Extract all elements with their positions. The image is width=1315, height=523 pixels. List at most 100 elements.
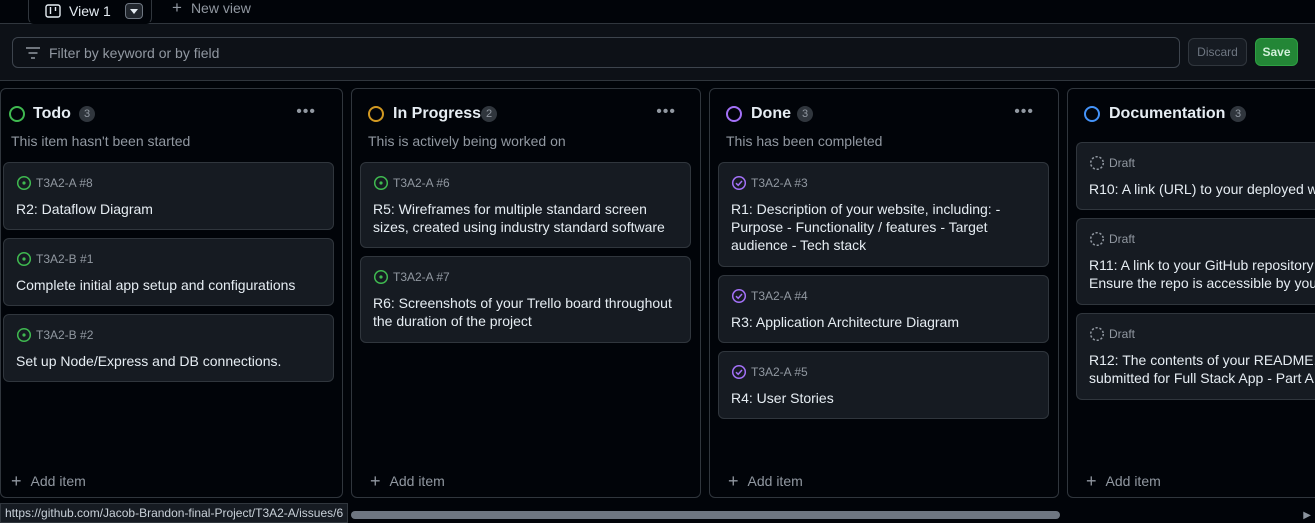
open-issue-icon xyxy=(373,175,389,191)
column-count: 3 xyxy=(1230,106,1247,122)
column-title: In Progress xyxy=(393,105,482,122)
plus-icon: + xyxy=(11,471,22,491)
discard-button[interactable]: Discard xyxy=(1188,38,1247,66)
open-issue-icon xyxy=(16,175,32,191)
add-item-label: Add item xyxy=(389,473,445,489)
plus-icon: + xyxy=(172,0,182,17)
issue-card[interactable]: T3A2-A #5 R4: User Stories xyxy=(718,351,1049,419)
card-ref[interactable]: T3A2-A #4 xyxy=(751,289,808,303)
card-title[interactable]: R10: A link (URL) to your deployed w xyxy=(1089,180,1315,198)
filter-icon xyxy=(26,46,40,59)
draft-icon xyxy=(1089,231,1105,247)
column-header: Todo 3 ••• This item hasn't been started xyxy=(1,89,342,161)
draft-card[interactable]: Draft R12: The contents of your README.m… xyxy=(1076,313,1315,400)
board-view-icon xyxy=(45,4,61,18)
card-title[interactable]: R2: Dataflow Diagram xyxy=(16,200,323,218)
plus-icon: + xyxy=(728,471,739,491)
column-done: Done 3 ••• This has been completed T3A2-… xyxy=(709,88,1059,498)
card-meta: T3A2-B #1 xyxy=(16,251,93,267)
card-ref[interactable]: T3A2-A #3 xyxy=(751,176,808,190)
add-item-label: Add item xyxy=(747,473,803,489)
add-item-button[interactable]: + Add item xyxy=(728,471,803,491)
issue-card[interactable]: T3A2-A #8 R2: Dataflow Diagram xyxy=(3,162,334,230)
tab-view-1[interactable]: View 1 xyxy=(28,0,152,24)
plus-icon: + xyxy=(1086,471,1097,491)
view-options-button[interactable] xyxy=(124,3,143,19)
column-header: Done 3 ••• This has been completed xyxy=(710,89,1058,161)
card-meta: T3A2-B #2 xyxy=(16,327,93,343)
save-button[interactable]: Save xyxy=(1255,38,1298,66)
draft-icon xyxy=(1089,326,1105,342)
column-count: 3 xyxy=(79,106,96,122)
card-title[interactable]: R3: Application Architecture Diagram xyxy=(731,313,1038,331)
scroll-right-arrow-icon[interactable]: ▶ xyxy=(1303,510,1311,521)
card-ref[interactable]: T3A2-A #7 xyxy=(393,270,450,284)
draft-card[interactable]: Draft R11: A link to your GitHub reposit… xyxy=(1076,218,1315,305)
card-title[interactable]: R4: User Stories xyxy=(731,389,1038,407)
tab-label: View 1 xyxy=(69,3,111,19)
issue-card[interactable]: T3A2-A #7 R6: Screenshots of your Trello… xyxy=(360,256,691,343)
card-ref[interactable]: T3A2-A #5 xyxy=(751,365,808,379)
card-ref[interactable]: T3A2-B #1 xyxy=(36,252,93,266)
column-in-progress: In Progress 2 ••• This is actively being… xyxy=(351,88,701,498)
column-menu-icon[interactable]: ••• xyxy=(656,103,676,121)
new-view-label: New view xyxy=(190,0,251,16)
new-view-button[interactable]: + New view xyxy=(172,0,251,16)
filter-bar: Filter by keyword or by field Discard Sa… xyxy=(0,24,1315,81)
card-ref: Draft xyxy=(1109,327,1136,341)
card-title[interactable]: R12: The contents of your README.m submi… xyxy=(1089,351,1315,387)
closed-issue-icon xyxy=(731,288,747,304)
open-issue-icon xyxy=(16,251,32,267)
card-title[interactable]: R11: A link to your GitHub repository En… xyxy=(1089,256,1315,292)
scrollbar-thumb[interactable] xyxy=(351,511,1060,519)
column-todo: Todo 3 ••• This item hasn't been started… xyxy=(0,88,343,498)
card-title[interactable]: R6: Screenshots of your Trello board thr… xyxy=(373,294,680,330)
card-meta: T3A2-A #7 xyxy=(373,269,450,285)
closed-issue-icon xyxy=(731,175,747,191)
plus-icon: + xyxy=(370,471,381,491)
card-ref[interactable]: T3A2-A #8 xyxy=(36,176,93,190)
card-meta: T3A2-A #4 xyxy=(731,288,808,304)
issue-card[interactable]: T3A2-A #6 R5: Wireframes for multiple st… xyxy=(360,162,691,248)
card-meta: T3A2-A #8 xyxy=(16,175,93,191)
column-documentation: Documentation 3 Draft R10: A link (URL) … xyxy=(1067,88,1315,498)
issue-card[interactable]: T3A2-A #4 R3: Application Architecture D… xyxy=(718,275,1049,343)
status-todo-icon xyxy=(9,106,25,122)
column-header: In Progress 2 ••• This is actively being… xyxy=(352,89,700,161)
add-item-label: Add item xyxy=(1105,473,1161,489)
card-meta: Draft xyxy=(1089,155,1135,171)
column-description: This is actively being worked on xyxy=(368,133,566,149)
column-menu-icon[interactable]: ••• xyxy=(296,103,316,121)
add-item-button[interactable]: + Add item xyxy=(11,471,86,491)
card-meta: Draft xyxy=(1089,231,1135,247)
status-done-icon xyxy=(726,106,742,122)
card-ref: Draft xyxy=(1109,156,1136,170)
card-ref: Draft xyxy=(1109,232,1136,246)
add-item-button[interactable]: + Add item xyxy=(370,471,445,491)
column-title: Todo xyxy=(33,105,71,122)
column-menu-icon[interactable]: ••• xyxy=(1014,103,1034,121)
issue-card[interactable]: T3A2-B #2 Set up Node/Express and DB con… xyxy=(3,314,334,382)
status-in-progress-icon xyxy=(368,106,384,122)
project-board: Todo 3 ••• This item hasn't been started… xyxy=(0,81,1315,507)
column-count: 3 xyxy=(797,106,814,122)
draft-card[interactable]: Draft R10: A link (URL) to your deployed… xyxy=(1076,142,1315,210)
card-meta: Draft xyxy=(1089,326,1135,342)
view-tab-bar: View 1 + New view xyxy=(0,0,1315,24)
card-title[interactable]: R1: Description of your website, includi… xyxy=(731,200,1038,254)
issue-card[interactable]: T3A2-B #1 Complete initial app setup and… xyxy=(3,238,334,306)
filter-input[interactable]: Filter by keyword or by field xyxy=(12,37,1180,68)
column-description: This has been completed xyxy=(726,133,883,149)
chevron-down-icon xyxy=(129,8,138,14)
card-title[interactable]: Complete initial app setup and configura… xyxy=(16,276,323,294)
column-count: 2 xyxy=(481,106,498,122)
card-ref[interactable]: T3A2-A #6 xyxy=(393,176,450,190)
card-ref[interactable]: T3A2-B #2 xyxy=(36,328,93,342)
closed-issue-icon xyxy=(731,364,747,380)
status-documentation-icon xyxy=(1084,106,1100,122)
issue-card[interactable]: T3A2-A #3 R1: Description of your websit… xyxy=(718,162,1049,267)
add-item-button[interactable]: + Add item xyxy=(1086,471,1161,491)
card-title[interactable]: R5: Wireframes for multiple standard scr… xyxy=(373,200,680,236)
card-meta: T3A2-A #6 xyxy=(373,175,450,191)
card-title[interactable]: Set up Node/Express and DB connections. xyxy=(16,352,323,370)
